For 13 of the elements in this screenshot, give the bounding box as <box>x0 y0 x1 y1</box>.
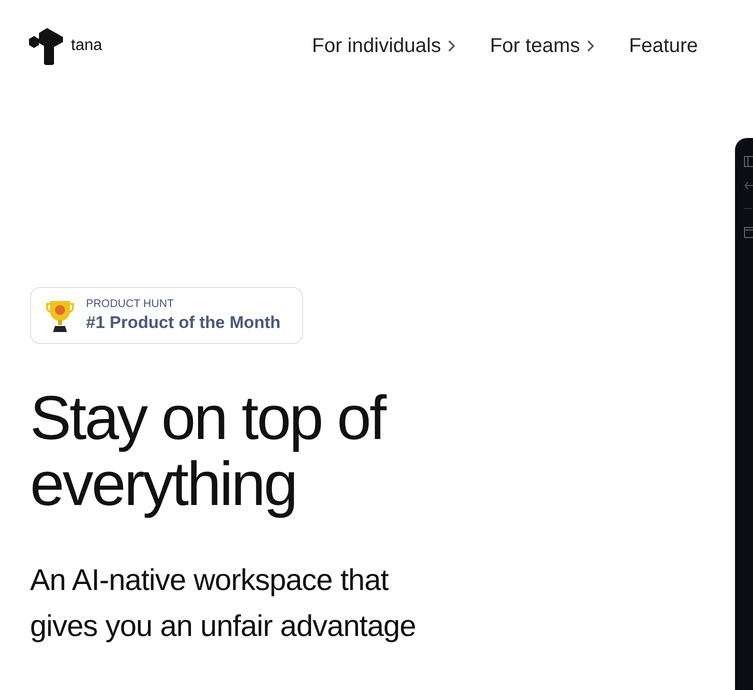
sidebar-icon <box>744 156 753 167</box>
back-arrow-icon <box>744 181 753 190</box>
hero-heading: Stay on top of everything <box>30 386 386 518</box>
award-badge[interactable]: PRODUCT HUNT #1 Product of the Month <box>30 287 303 344</box>
logo-icon <box>29 27 63 65</box>
hero-subheading: An AI-native workspace that gives you an unfair advantage <box>30 563 417 645</box>
trophy-icon <box>46 298 74 332</box>
nav-link[interactable]: Feature <box>628 34 698 58</box>
badge-eyebrow: PRODUCT HUNT <box>86 298 175 310</box>
nav-link[interactable]: For teams <box>490 34 595 58</box>
nav-link[interactable]: For individuals <box>312 34 456 58</box>
badge-title: #1 Product of the Month <box>86 313 281 333</box>
logo-text: tana <box>71 37 102 55</box>
